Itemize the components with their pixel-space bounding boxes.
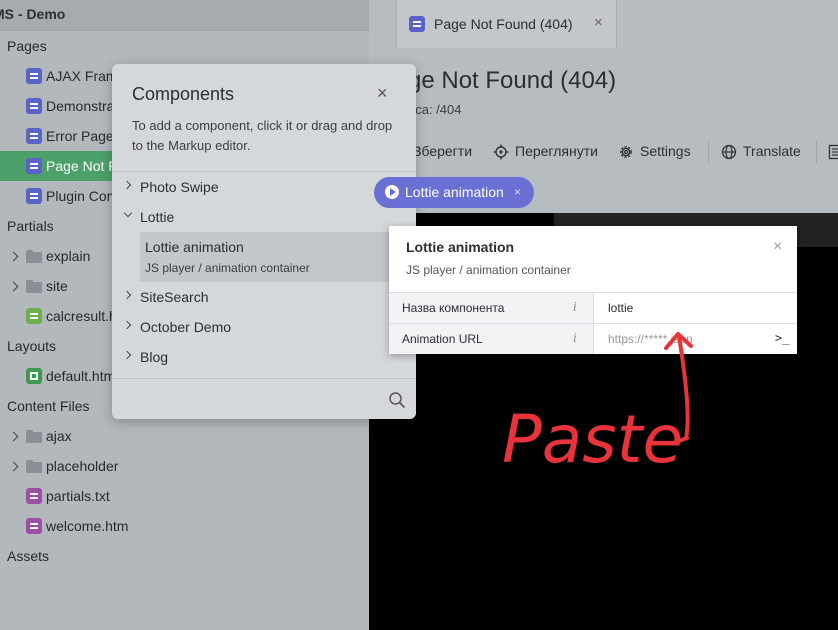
- component-group-photo-swipe[interactable]: Photo Swipe: [112, 172, 416, 202]
- chevron-right-icon[interactable]: [9, 279, 19, 293]
- toolbar-divider: [816, 140, 817, 164]
- close-icon[interactable]: ×: [773, 238, 782, 256]
- component-chip-lottie[interactable]: Lottie animation ×: [374, 177, 534, 208]
- property-name-cell: Назва компонента i: [389, 293, 594, 323]
- sidebar-label: partials.txt: [46, 488, 110, 504]
- sidebar-label: Assets: [7, 548, 50, 564]
- chevron-right-icon: [124, 292, 132, 300]
- sidebar-item-partials-txt[interactable]: partials.txt: [0, 481, 369, 511]
- component-group-blog[interactable]: Blog: [112, 342, 416, 372]
- annotation-text: Paste: [502, 401, 683, 478]
- document-icon: [828, 144, 838, 160]
- component-group-label: Photo Swipe: [140, 179, 219, 195]
- sidebar-label: Error Page: [46, 128, 114, 144]
- page-url: еса: /404: [408, 102, 462, 117]
- components-title: Components: [132, 84, 235, 104]
- close-icon[interactable]: ×: [377, 83, 388, 104]
- save-label: Зберегти: [413, 143, 473, 159]
- chip-label: Lottie animation: [405, 184, 504, 200]
- property-row-component-name: Назва компонента i lottie: [389, 292, 797, 323]
- chevron-right-icon: [124, 322, 132, 330]
- folder-icon: [26, 428, 42, 444]
- divider: [112, 378, 416, 379]
- page-icon: [26, 158, 42, 174]
- component-item-lottie-animation[interactable]: Lottie animation JS player / animation c…: [140, 232, 416, 282]
- inspector-description: JS player / animation container: [406, 263, 571, 277]
- sidebar-section-assets[interactable]: Assets: [0, 541, 369, 571]
- folder-icon: [26, 278, 42, 294]
- component-group-label: Blog: [140, 349, 169, 365]
- app-title: MS - Demo: [0, 6, 66, 22]
- tab-close-icon[interactable]: ×: [594, 14, 603, 31]
- chevron-right-icon: [124, 182, 132, 190]
- inspector-title: Lottie animation: [406, 239, 515, 255]
- toolbar-divider: [708, 140, 709, 164]
- sidebar-item-placeholder[interactable]: placeholder: [0, 451, 369, 481]
- property-name: Animation URL: [402, 332, 483, 346]
- sidebar-section-pages[interactable]: Pages: [0, 31, 369, 61]
- component-group-lottie[interactable]: Lottie: [112, 202, 416, 232]
- components-help-text: To add a component, click it or drag and…: [132, 118, 393, 153]
- paste-annotation: Paste: [502, 332, 693, 478]
- translate-label: Translate: [743, 143, 801, 159]
- sidebar-label: default.htm: [46, 368, 116, 384]
- partial-icon: [26, 308, 42, 324]
- sidebar-item-ajax[interactable]: ajax: [0, 421, 369, 451]
- remove-component-icon[interactable]: ×: [514, 185, 521, 199]
- page-icon: [26, 188, 42, 204]
- tab-title: Page Not Found (404): [434, 16, 573, 32]
- component-group-label: October Demo: [140, 319, 232, 335]
- gear-icon: [620, 146, 632, 158]
- settings-label: Settings: [640, 143, 691, 159]
- globe-icon: [721, 144, 737, 160]
- components-popup: Components × To add a component, click i…: [112, 64, 416, 419]
- sidebar-label: Pages: [7, 38, 47, 54]
- content-icon: [26, 488, 42, 504]
- component-group-sitesearch[interactable]: SiteSearch: [112, 282, 416, 312]
- component-item-description: JS player / animation container: [145, 261, 310, 275]
- page-icon: [409, 16, 425, 32]
- crosshair-icon: [493, 144, 509, 160]
- chevron-right-icon: [124, 352, 132, 360]
- sidebar-label: ajax: [46, 428, 72, 444]
- page-icon: [26, 128, 42, 144]
- component-group-label: Lottie: [140, 209, 175, 225]
- sidebar-item-welcome-htm[interactable]: welcome.htm: [0, 511, 369, 541]
- tab-page-not-found[interactable]: Page Not Found (404) ×: [396, 0, 617, 48]
- sidebar-label: Content Files: [7, 398, 90, 414]
- sidebar-label: placeholder: [46, 458, 119, 474]
- page-title: ge Not Found (404): [408, 67, 617, 94]
- toolbar: Зберегти Переглянути Settings Translate: [369, 136, 838, 168]
- terminal-icon[interactable]: >_: [775, 331, 789, 345]
- component-item-name: Lottie animation: [145, 239, 244, 255]
- chevron-right-icon[interactable]: [9, 249, 19, 263]
- component-alias-input[interactable]: lottie: [608, 301, 633, 315]
- sidebar-label: Partials: [7, 218, 54, 234]
- folder-icon: [26, 458, 42, 474]
- page-icon: [26, 98, 42, 114]
- folder-icon: [26, 248, 42, 264]
- search-icon[interactable]: [388, 391, 406, 409]
- sidebar-header: MS - Demo: [0, 0, 369, 31]
- component-group-label: SiteSearch: [140, 289, 209, 305]
- preview-label: Переглянути: [515, 143, 598, 159]
- sidebar-label: Layouts: [7, 338, 57, 354]
- play-icon: [385, 185, 399, 199]
- info-icon[interactable]: i: [573, 300, 577, 314]
- sidebar-label: site: [46, 278, 68, 294]
- page-icon: [26, 68, 42, 84]
- layout-icon: [26, 368, 42, 384]
- chevron-right-icon[interactable]: [9, 459, 19, 473]
- sidebar-label: welcome.htm: [46, 518, 129, 534]
- content-icon: [26, 518, 42, 534]
- sidebar-label: explain: [46, 248, 91, 264]
- property-name: Назва компонента: [402, 301, 505, 315]
- component-group-october-demo[interactable]: October Demo: [112, 312, 416, 342]
- chevron-right-icon[interactable]: [9, 429, 19, 443]
- chevron-down-icon: [124, 212, 132, 220]
